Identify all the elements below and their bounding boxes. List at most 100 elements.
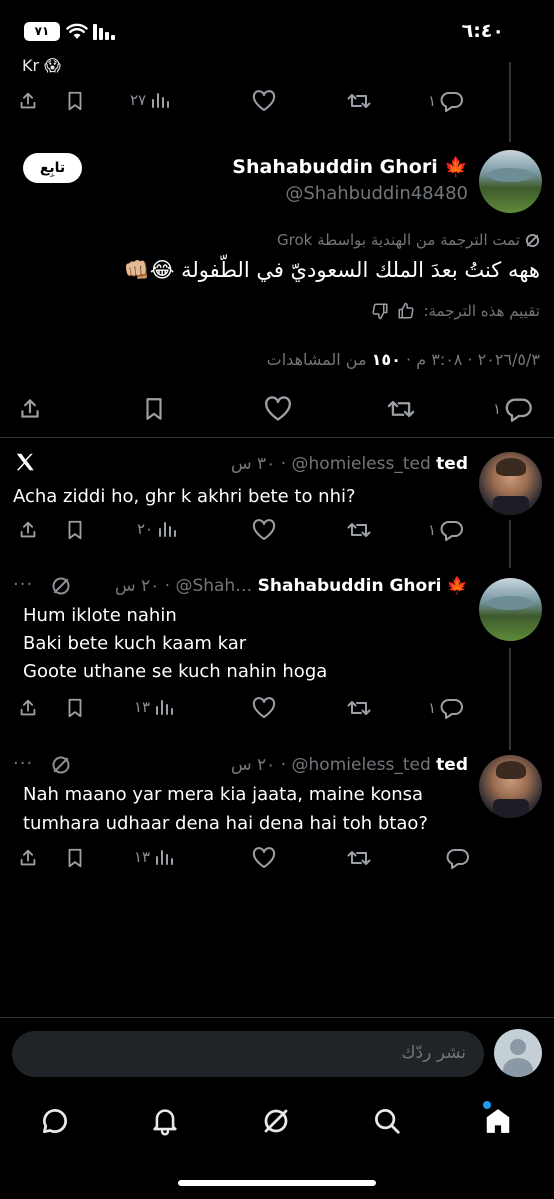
grok-icon[interactable]: [51, 576, 71, 596]
like-button[interactable]: [252, 697, 276, 719]
avatar[interactable]: [479, 452, 542, 515]
repost-button[interactable]: [346, 90, 372, 112]
meta-separator: ·: [400, 350, 417, 369]
views-button[interactable]: ١٣: [134, 847, 174, 867]
top-tweet-fragment: Kr 😱: [22, 56, 61, 75]
rate-translation: تقييم هذه الترجمة:: [371, 302, 540, 320]
views-icon: [156, 700, 174, 715]
repost-button[interactable]: [346, 847, 372, 869]
reply-time: ٣٠ س: [230, 454, 276, 474]
heart-icon: [252, 847, 276, 868]
home-icon[interactable]: [483, 1106, 513, 1136]
views-count: ٢٠: [137, 520, 154, 538]
author-emoji: 🍁: [446, 576, 468, 596]
bottom-nav: [0, 1092, 554, 1150]
reply-text-line: Goote uthane se kuch nahin hoga: [23, 661, 328, 682]
follow-button[interactable]: تابِع: [23, 153, 82, 183]
share-icon: [20, 92, 36, 109]
like-button[interactable]: [252, 847, 276, 869]
tweet-text: Kr: [22, 56, 40, 75]
reply-button[interactable]: ١: [428, 519, 464, 541]
views-button[interactable]: ٢٧: [130, 90, 170, 110]
tweet-text: ههه كنتُ بعدَ الملك السعوديّ في الطّفولة…: [123, 258, 540, 282]
reply-text-line: Hum iklote nahin: [23, 605, 177, 626]
repost-button[interactable]: [346, 519, 372, 541]
views-button[interactable]: ١٣: [134, 697, 174, 717]
reply-author-name[interactable]: ted: [436, 454, 468, 474]
meta-separator: ·: [462, 350, 478, 369]
reply-count: ١: [428, 699, 437, 717]
views-count: ١٣: [134, 698, 151, 716]
bookmark-button[interactable]: [64, 90, 86, 112]
messages-icon[interactable]: [40, 1106, 70, 1136]
like-button[interactable]: [252, 90, 276, 112]
bookmark-button[interactable]: [141, 396, 167, 422]
reply-text-line: Acha ziddi ho, ghr k akhri bete to nhi?: [13, 486, 356, 507]
reply-composer[interactable]: نشر ردّك: [12, 1031, 484, 1077]
notifications-icon[interactable]: [151, 1106, 179, 1136]
grok-icon[interactable]: [261, 1106, 291, 1136]
repost-button[interactable]: [346, 697, 372, 719]
share-button[interactable]: [17, 847, 39, 869]
share-button[interactable]: [17, 90, 39, 112]
reply-button[interactable]: ١: [428, 90, 464, 112]
reply-count: ١: [493, 400, 502, 418]
share-button[interactable]: [17, 396, 43, 422]
unread-dot: [483, 1101, 491, 1109]
bookmark-icon: [68, 91, 82, 111]
author-emoji: 🍁: [444, 156, 468, 178]
bookmark-button[interactable]: [64, 847, 86, 869]
more-options-icon[interactable]: ···: [13, 753, 33, 774]
avatar[interactable]: [479, 578, 542, 641]
bookmark-button[interactable]: [64, 519, 86, 541]
reply-author-name[interactable]: Shahabuddin Ghori: [258, 576, 442, 596]
translation-note[interactable]: تمت الترجمة من الهندية بواسطة Grok: [277, 231, 540, 249]
share-button[interactable]: [17, 697, 39, 719]
share-icon: [20, 521, 36, 538]
reply-button[interactable]: ١: [493, 396, 533, 422]
heart-icon: [252, 90, 276, 111]
repost-icon: [387, 400, 415, 418]
repost-button[interactable]: [386, 396, 416, 422]
like-button[interactable]: [264, 396, 292, 422]
reply-header: ٣٠ س · @homieless_ted ted: [230, 454, 468, 474]
reply-text: Nah maano yar mera kia jaata, maine kons…: [23, 780, 428, 838]
bookmark-icon: [146, 398, 162, 420]
reply-handle[interactable]: @Shah…: [175, 576, 252, 596]
user-avatar[interactable]: [494, 1029, 542, 1077]
repost-icon: [347, 94, 371, 108]
thumbs-up-icon[interactable]: [397, 302, 415, 320]
reply-text-line: Baki bete kuch kaam kar: [23, 633, 247, 654]
avatar[interactable]: [479, 755, 542, 818]
reply-button[interactable]: [442, 847, 470, 869]
reply-time: ٢٠ س: [230, 755, 276, 775]
reply-handle[interactable]: @homieless_ted: [292, 454, 431, 474]
reply-icon: [440, 521, 464, 541]
share-button[interactable]: [17, 519, 39, 541]
search-icon[interactable]: [372, 1106, 402, 1136]
reply-text: Hum iklote nahin Baki bete kuch kaam kar…: [23, 602, 327, 686]
thread-line: [509, 520, 511, 568]
reply-button[interactable]: ١: [428, 697, 464, 719]
reply-icon: [446, 849, 469, 869]
bookmark-icon: [68, 698, 82, 718]
views-icon: [159, 522, 177, 537]
views-button[interactable]: ٢٠: [137, 519, 177, 539]
bookmark-button[interactable]: [64, 697, 86, 719]
battery-icon: ٧١: [24, 22, 60, 41]
rate-translation-label: تقييم هذه الترجمة:: [423, 302, 540, 320]
author-handle[interactable]: @Shahbuddin48480: [210, 183, 468, 204]
bookmark-icon: [68, 848, 82, 868]
grok-icon: [525, 233, 540, 247]
like-button[interactable]: [252, 519, 276, 541]
thumbs-down-icon[interactable]: [371, 302, 389, 320]
share-icon: [21, 399, 39, 418]
author-name[interactable]: Shahabuddin Ghori 🍁: [210, 155, 468, 178]
reply-author-name[interactable]: ted: [436, 755, 468, 775]
tweet-date: ٢٠٢٦/٥/٣: [477, 350, 540, 369]
grok-icon[interactable]: [51, 755, 71, 775]
reply-handle[interactable]: @homieless_ted: [292, 755, 431, 775]
avatar[interactable]: [479, 150, 542, 213]
thread-line: [509, 648, 511, 750]
more-options-icon[interactable]: ···: [13, 574, 33, 595]
